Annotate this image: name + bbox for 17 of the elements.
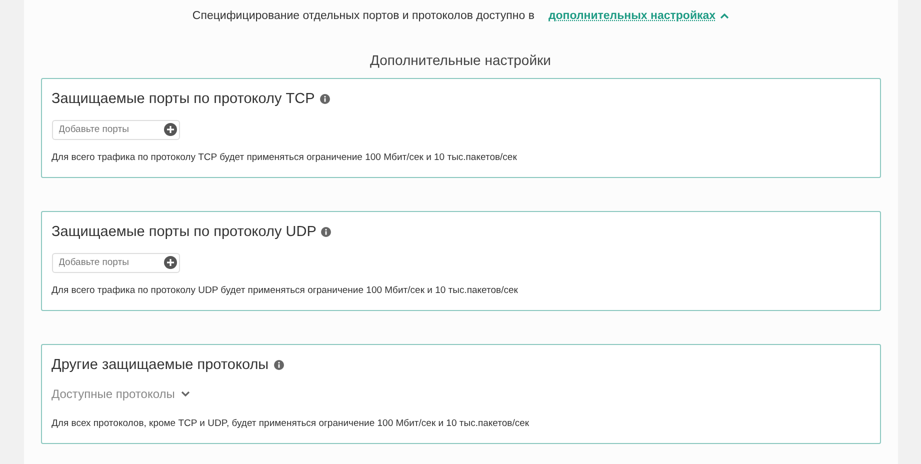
card-title: Защищаемые порты по протоколу UDP xyxy=(52,224,316,240)
advanced-settings-link[interactable]: дополнительных настройках xyxy=(548,10,729,22)
notice-text: Специфицирование отдельных портов и протоколов доступно в xyxy=(192,10,534,22)
add-icon[interactable] xyxy=(164,256,176,268)
limit-note: Для всего трафика по протоколу TCP будет применяться ограничение 100 Мбит/сек и 10 тыс.пакетов/сек xyxy=(52,152,518,163)
protocols-dropdown[interactable]: Доступные протоколы xyxy=(52,387,870,401)
info-icon[interactable] xyxy=(320,94,330,104)
section-title: Дополнительные настройки xyxy=(370,52,551,68)
limit-note: Для всех протоколов, кроме TCP и UDP, будет применяться ограничение 100 Мбит/сек и 10 тыс.пакетов/сек xyxy=(52,418,530,429)
add-icon[interactable] xyxy=(164,122,176,136)
limit-note: Для всего трафика по протоколу UDP будет применяться ограничение 100 Мбит/сек и 10 тыс.пакетов/сек xyxy=(52,285,519,296)
card-title: Другие защищаемые протоколы xyxy=(52,357,269,373)
ports-input-field[interactable]: Добавьте порты xyxy=(52,252,180,272)
info-icon[interactable] xyxy=(321,227,332,237)
info-icon[interactable] xyxy=(274,360,284,370)
ports-input-field[interactable]: Добавьте порты xyxy=(52,120,180,140)
card-title: Защищаемые порты по протоколу TCP xyxy=(52,91,315,107)
